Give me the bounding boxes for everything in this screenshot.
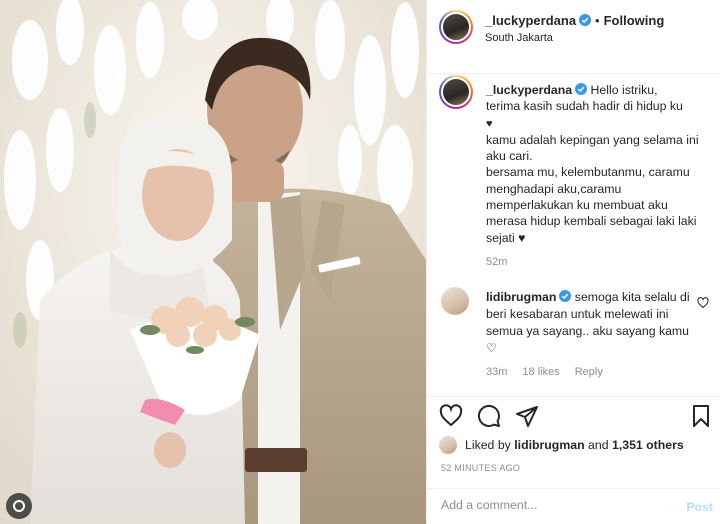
post-photo[interactable] [0, 0, 426, 524]
commenter-avatar[interactable] [441, 287, 469, 315]
comments-area: _luckyperdana Hello istriku, terima kasi… [427, 75, 720, 395]
reply-button[interactable]: Reply [575, 366, 603, 378]
post-timestamp[interactable]: 52 MINUTES AGO [441, 463, 520, 473]
comment-likes[interactable]: 18 likes [522, 366, 559, 378]
caption-heart: ♥ [486, 117, 493, 130]
add-comment-input[interactable] [441, 498, 661, 512]
caption-line: Hello istriku, [590, 83, 658, 97]
caption-username[interactable]: _luckyperdana [486, 83, 572, 97]
comment-meta: 33m 18 likes Reply [486, 366, 618, 378]
caption-line: bersama mu, kelembutanmu, caramu menghad… [486, 165, 697, 245]
verified-badge-icon [579, 14, 592, 26]
commenter-username[interactable]: lidibrugman [486, 290, 556, 304]
instagram-post: _luckyperdana • Following South Jakarta _l… [0, 0, 720, 524]
liker-username[interactable]: lidibrugman [514, 438, 584, 452]
verified-badge-icon [559, 290, 572, 302]
share-paper-plane-icon[interactable] [515, 404, 539, 428]
comment: lidibrugman semoga kita selalu di beri k… [486, 289, 696, 357]
save-bookmark-icon[interactable] [689, 404, 713, 428]
caption: _luckyperdana Hello istriku, terima kasi… [486, 82, 712, 246]
wedding-couple-image [0, 0, 426, 524]
caption-avatar[interactable] [439, 75, 473, 109]
likes-prefix: Liked by [465, 438, 511, 452]
carousel-indicator[interactable] [6, 493, 32, 519]
separator-dot: • [595, 13, 600, 28]
like-heart-icon[interactable] [439, 404, 463, 428]
author-username[interactable]: _luckyperdana [485, 13, 576, 28]
following-button[interactable]: Following [604, 13, 665, 28]
post-comment-button[interactable]: Post [686, 500, 713, 514]
likes-and: and [588, 438, 609, 452]
action-bar [427, 396, 720, 436]
likes-summary: Liked by lidibrugman and 1,351 others [439, 436, 684, 454]
comment-like-heart-icon[interactable] [697, 297, 709, 309]
verified-badge-icon [575, 83, 588, 95]
comment-bubble-icon[interactable] [477, 404, 501, 428]
post-header: _luckyperdana • Following South Jakarta [427, 0, 720, 74]
likes-others-link[interactable]: 1,351 others [612, 438, 684, 452]
location-link[interactable]: South Jakarta [485, 32, 553, 44]
author-avatar[interactable] [439, 10, 473, 44]
caption-line: terima kasih sudah hadir di hidup ku [486, 99, 683, 114]
liker-avatar[interactable] [439, 436, 457, 454]
caption-line: kamu adalah kepingan yang selama ini aku… [486, 132, 699, 164]
caption-time[interactable]: 52m [486, 256, 507, 268]
post-details-panel: _luckyperdana • Following South Jakarta _l… [426, 0, 720, 524]
comment-time[interactable]: 33m [486, 366, 507, 378]
author-line: _luckyperdana • Following [485, 13, 664, 28]
add-comment-bar: Post [427, 488, 720, 524]
